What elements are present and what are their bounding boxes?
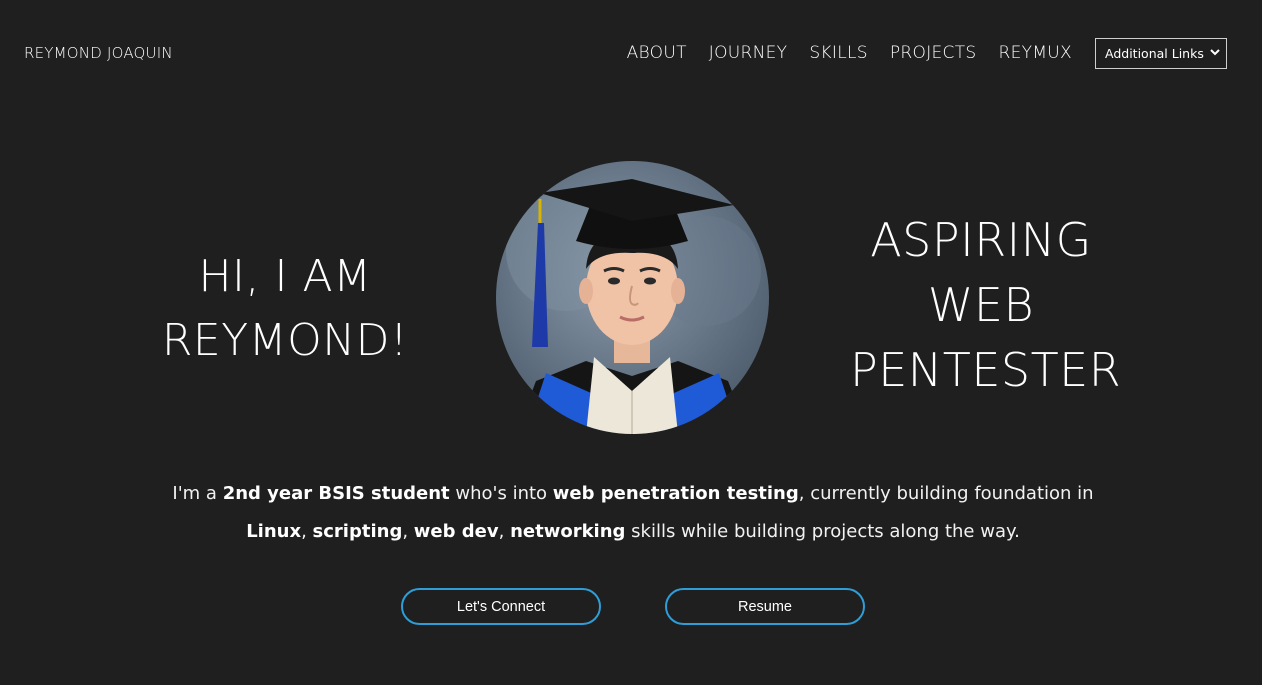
additional-links-select[interactable]: Additional Links (1095, 38, 1227, 69)
nav-projects[interactable]: PROJECTS (890, 43, 977, 63)
role-line-3: PENTESTER (850, 343, 1122, 397)
avatar (496, 161, 769, 434)
intro-bold-year: 2nd year BSIS student (222, 483, 450, 504)
main-nav: ABOUT JOURNEY SKILLS PROJECTS REYMUX (627, 43, 1072, 63)
intro-bold-scripting: scripting (312, 521, 403, 542)
intro-bold-pentest: web penetration testing (552, 483, 799, 504)
brand-link[interactable]: REYMOND JOAQUIN (24, 44, 173, 62)
greeting-heading: HI, I AM REYMOND! (160, 245, 410, 373)
role-line-2: WEB (927, 278, 1035, 332)
intro-bold-webdev: web dev (413, 521, 499, 542)
resume-button[interactable]: Resume (665, 588, 865, 625)
nav-skills[interactable]: SKILLS (809, 43, 868, 63)
intro-text: who's into (449, 483, 553, 504)
additional-links-selected: Additional Links (1105, 46, 1204, 61)
nav-reymux[interactable]: REYMUX (999, 43, 1073, 63)
lets-connect-button[interactable]: Let's Connect (401, 588, 601, 625)
intro-text: , (498, 521, 511, 542)
nav-about[interactable]: ABOUT (627, 43, 687, 63)
nav-journey[interactable]: JOURNEY (709, 43, 788, 63)
greeting-line-2: REYMOND! (161, 315, 409, 366)
greeting-line-1: HI, I AM (198, 251, 372, 302)
intro-text: skills while building projects along the… (625, 521, 1020, 542)
intro-paragraph: I'm a 2nd year BSIS student who's into w… (120, 475, 1146, 551)
intro-bold-linux: Linux (246, 521, 302, 542)
intro-bold-networking: networking (510, 521, 626, 542)
role-line-1: ASPIRING (870, 213, 1092, 267)
intro-text: , (301, 521, 313, 542)
intro-text: I'm a (172, 483, 223, 504)
intro-text: , (402, 521, 414, 542)
portfolio-page: REYMOND JOAQUIN ABOUT JOURNEY SKILLS PRO… (0, 0, 1262, 685)
chevron-down-icon (1210, 48, 1220, 59)
intro-text: , currently building foundation in (798, 483, 1094, 504)
graduation-portrait-image (506, 179, 761, 434)
role-heading: ASPIRING WEB PENTESTER (850, 208, 1122, 403)
